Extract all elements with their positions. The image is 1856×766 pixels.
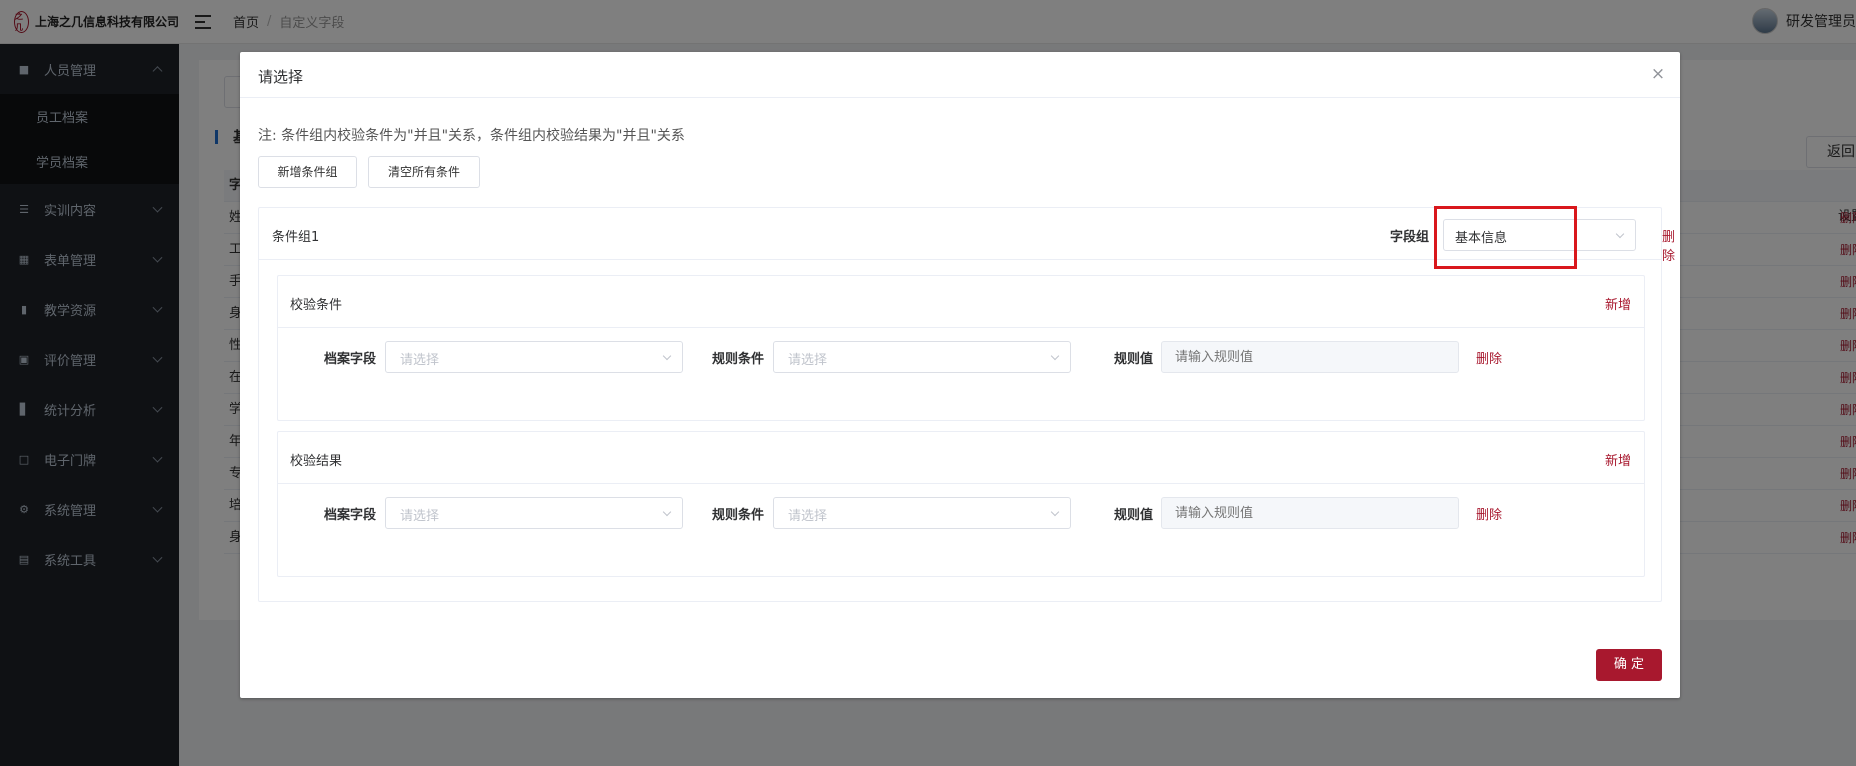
add-condition-group-button[interactable]: 新增条件组: [258, 156, 357, 188]
add-result-button[interactable]: 新增: [1605, 450, 1631, 469]
select-placeholder: 请选择: [788, 353, 828, 368]
rule-value-label: 规则值: [1114, 352, 1154, 367]
rule-condition-select[interactable]: 请选择: [773, 497, 1071, 529]
condition-group: 条件组1 字段组 基本信息 删除 校验条件 新增 档案字段 请选择 规则条件 请…: [258, 206, 1675, 602]
select-dialog: 请选择 × 注: 条件组内校验条件为"并且"关系，条件组内校验结果为"并且"关系…: [240, 52, 1680, 698]
chevron-down-icon: [1050, 351, 1060, 361]
result-rule-row: 档案字段 请选择 规则条件 请选择 规则值 删除: [278, 497, 1644, 529]
field-group-value: 基本信息: [1455, 231, 1508, 246]
archive-field-label: 档案字段: [324, 352, 377, 367]
rule-value-input[interactable]: [1161, 341, 1459, 373]
archive-field-label: 档案字段: [324, 508, 377, 523]
condition-group-header: 条件组1 字段组 基本信息 删除: [259, 206, 1675, 269]
chevron-down-icon: [1615, 229, 1625, 239]
close-icon[interactable]: ×: [1650, 66, 1666, 83]
field-group-select[interactable]: 基本信息: [1443, 219, 1636, 251]
condition-group-title: 条件组1: [272, 230, 320, 245]
rule-value-label: 规则值: [1114, 508, 1154, 523]
validation-results-header: 校验结果 新增: [278, 432, 1644, 484]
validation-conditions-title: 校验条件: [290, 298, 343, 313]
chevron-down-icon: [662, 351, 672, 361]
rule-value-input[interactable]: [1161, 497, 1459, 529]
select-placeholder: 请选择: [788, 509, 828, 524]
rule-condition-select[interactable]: 请选择: [773, 341, 1071, 373]
chevron-down-icon: [1050, 507, 1060, 517]
clear-all-conditions-button[interactable]: 清空所有条件: [368, 156, 480, 188]
select-placeholder: 请选择: [400, 353, 440, 368]
select-placeholder: 请选择: [400, 509, 440, 524]
condition-rule-row: 档案字段 请选择 规则条件 请选择 规则值 删除: [278, 341, 1644, 373]
chevron-down-icon: [662, 507, 672, 517]
dialog-header: 请选择 ×: [240, 52, 1680, 98]
validation-results-card: 校验结果 新增 档案字段 请选择 规则条件 请选择 规则值 请输入规则值 删除: [277, 431, 1645, 577]
add-condition-button[interactable]: 新增: [1605, 294, 1631, 313]
field-group-label: 字段组: [1390, 230, 1430, 245]
validation-conditions-header: 校验条件 新增: [278, 276, 1644, 328]
archive-field-select[interactable]: 请选择: [385, 341, 683, 373]
dialog-title: 请选择: [258, 68, 304, 86]
rule-condition-label: 规则条件: [712, 352, 765, 367]
validation-conditions-card: 校验条件 新增 档案字段 请选择 规则条件 请选择 规则值 请输入规则值 删除: [277, 275, 1645, 421]
confirm-button[interactable]: 确 定: [1596, 649, 1662, 681]
delete-group-button[interactable]: 删除: [1662, 226, 1675, 264]
delete-result-button[interactable]: 删除: [1476, 504, 1502, 523]
condition-note: 注: 条件组内校验条件为"并且"关系，条件组内校验结果为"并且"关系: [258, 128, 685, 144]
delete-condition-button[interactable]: 删除: [1476, 348, 1502, 367]
rule-condition-label: 规则条件: [712, 508, 765, 523]
validation-results-title: 校验结果: [290, 454, 343, 469]
archive-field-select[interactable]: 请选择: [385, 497, 683, 529]
